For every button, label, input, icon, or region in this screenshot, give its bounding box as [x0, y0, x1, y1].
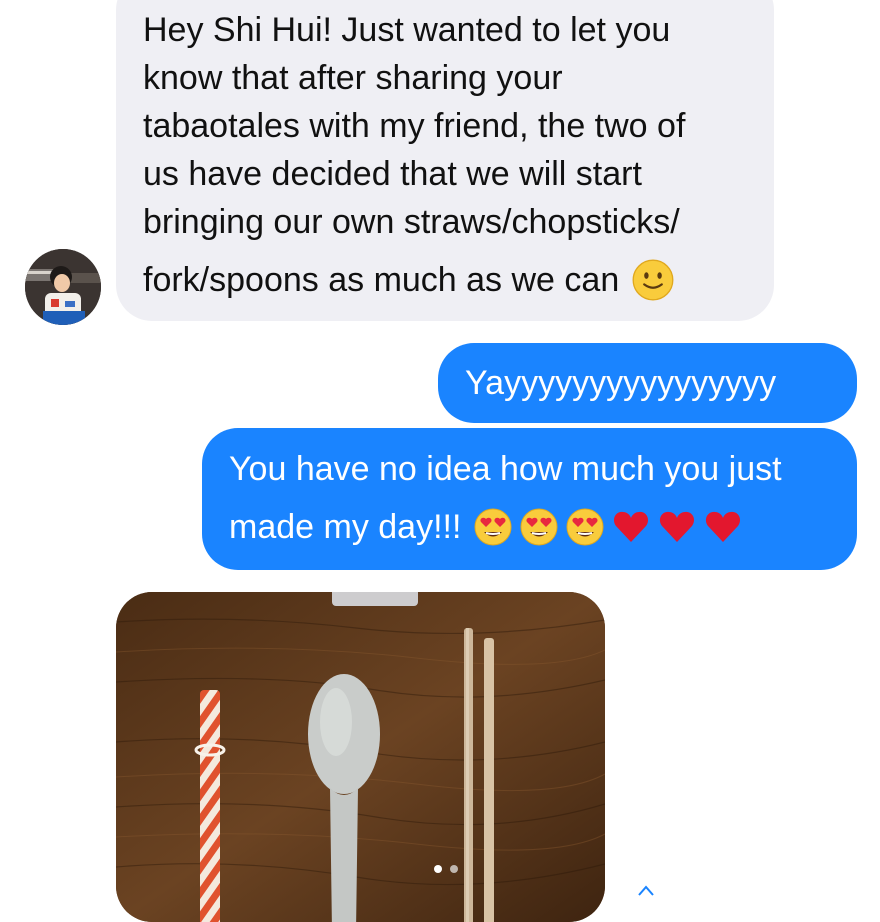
message-line: Hey Shi Hui! Just wanted to let you — [143, 11, 671, 49]
message-line: tabaotales with my friend, the two of — [143, 107, 686, 145]
heart-eyes-icon — [474, 508, 512, 546]
heart-eyes-icon — [566, 508, 604, 546]
message-line: us have decided that we will start — [143, 155, 642, 193]
chevron-up-icon[interactable] — [636, 884, 656, 896]
avatar-photo — [25, 249, 101, 325]
outgoing-message-bubble[interactable]: You have no idea how much you just made … — [202, 428, 857, 570]
message-line: know that after sharing your — [143, 59, 563, 97]
heart-eyes-icon — [520, 508, 558, 546]
red-heart-icon — [660, 511, 695, 542]
incoming-message-bubble[interactable]: Hey Shi Hui! Just wanted to let you know… — [116, 0, 774, 321]
page-dot — [450, 865, 458, 873]
contact-avatar[interactable] — [25, 249, 101, 325]
page-dot-active — [434, 865, 442, 873]
outgoing-message-bubble[interactable]: Yayyyyyyyyyyyyyyyy — [438, 343, 857, 423]
message-line: You have no idea how much you just — [229, 450, 782, 488]
message-line: fork/spoons as much as we can — [143, 261, 620, 299]
message-text: Yayyyyyyyyyyyyyyyy — [465, 364, 777, 402]
photo-page-indicator — [434, 865, 458, 873]
message-line: made my day!!! — [229, 508, 462, 546]
slightly-smiling-face-icon — [632, 259, 674, 301]
red-heart-icon — [706, 511, 741, 542]
message-line: bringing our own straws/chopsticks/ — [143, 203, 680, 241]
message-line-last: made my day!!! — [229, 503, 830, 551]
photo-message[interactable] — [116, 592, 605, 922]
red-heart-icon — [614, 511, 649, 542]
utensils-photo — [116, 592, 605, 922]
message-line-last: fork/spoons as much as we can — [143, 256, 746, 304]
